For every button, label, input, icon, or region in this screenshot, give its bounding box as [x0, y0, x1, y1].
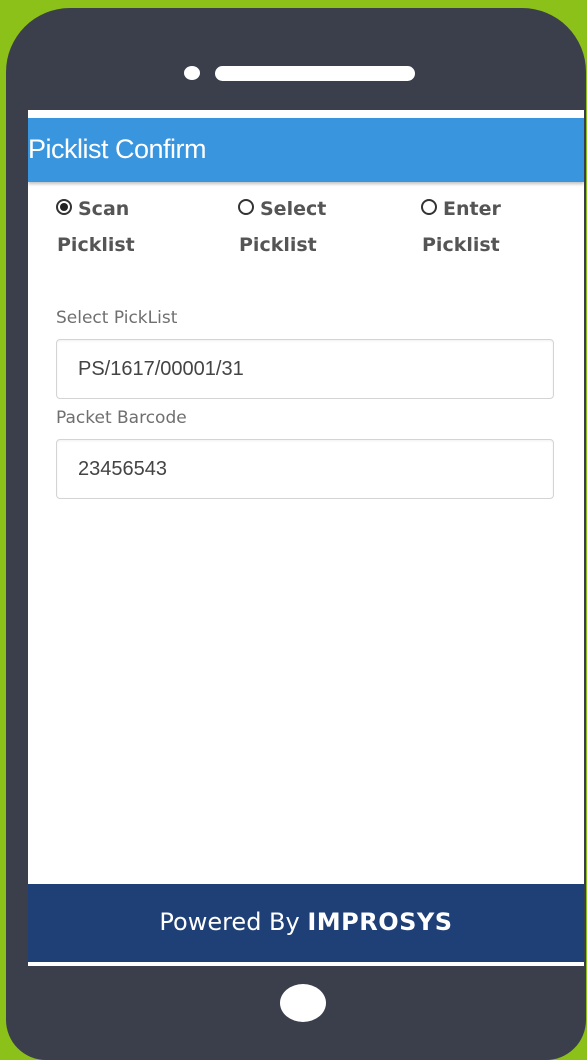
home-button-icon[interactable]	[280, 984, 326, 1022]
title-bar: Picklist Confirm	[28, 118, 584, 182]
radio-label: Select	[260, 198, 327, 220]
packet-barcode-label: Packet Barcode	[56, 408, 187, 428]
speaker-grille-icon	[215, 66, 415, 81]
picklist-mode-radio-group: Scan Picklist Select Picklist Enter Pick…	[28, 198, 584, 268]
radio-button-icon[interactable]	[56, 199, 72, 215]
page-title: Picklist Confirm	[28, 134, 207, 164]
radio-label: Picklist	[422, 234, 500, 256]
powered-by-footer: Powered By IMPROSYS	[28, 884, 584, 962]
app-screen: Picklist Confirm Scan Picklist Select Pi…	[28, 110, 584, 966]
camera-dot-icon	[184, 66, 200, 80]
footer-text: Powered By IMPROSYS	[28, 908, 584, 936]
radio-label: Scan	[78, 198, 130, 220]
radio-label: Picklist	[57, 234, 135, 256]
packet-barcode-input[interactable]	[56, 439, 554, 499]
radio-button-icon[interactable]	[238, 199, 254, 215]
radio-label: Picklist	[239, 234, 317, 256]
radio-button-icon[interactable]	[421, 199, 437, 215]
powered-by-label: Powered By	[159, 908, 308, 936]
brand-name: IMPROSYS	[307, 908, 453, 936]
radio-label: Enter	[443, 198, 501, 220]
select-picklist-label: Select PickList	[56, 308, 178, 328]
select-picklist-input[interactable]	[56, 339, 554, 399]
